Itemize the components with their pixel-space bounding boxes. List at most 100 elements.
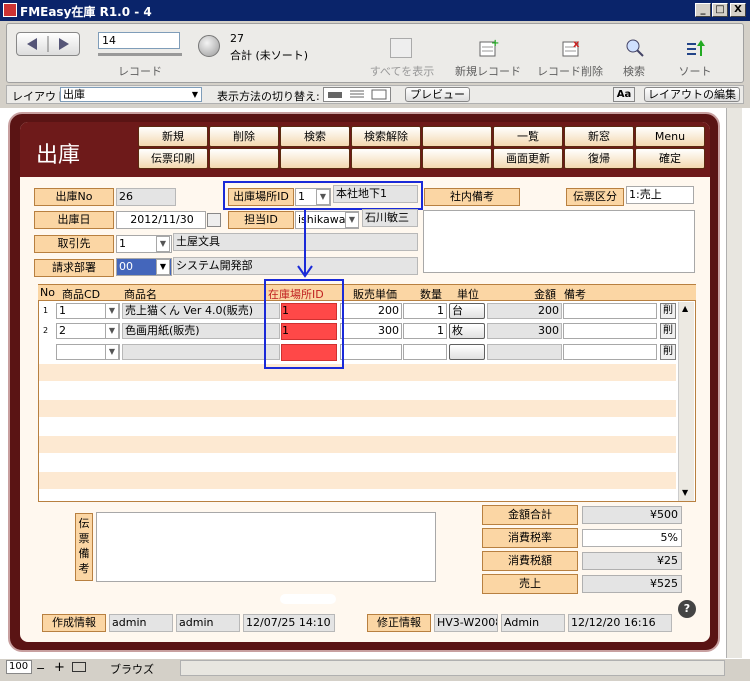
slip-note-label: 伝票備考 [75,513,93,581]
modified-at-field: 12/12/20 16:16 [568,614,672,632]
row-price-field[interactable] [340,344,402,360]
blank-button-1[interactable] [422,126,492,147]
search-button[interactable]: 検索 [612,63,656,79]
table-scrollbar[interactable]: ▲ ▼ [678,302,694,501]
layout-select[interactable]: 出庫 ▼ [60,87,202,102]
row-delete-button[interactable]: 削 [660,344,676,360]
dept-label: 請求部署 [34,259,114,277]
row-note-field[interactable] [563,344,657,360]
blank-button-2[interactable] [209,148,279,169]
chevron-down-icon[interactable]: ▼ [105,323,119,339]
page-title: 出庫 [36,143,81,168]
new-button[interactable]: 新規 [138,126,208,147]
shukko-no-field[interactable]: 26 [116,188,176,206]
find-button[interactable]: 検索 [280,126,350,147]
empty-row-stripe [39,436,676,453]
sales-label: 売上 [482,574,578,594]
vertical-scrollbar[interactable] [726,108,742,658]
zoom-in-icon[interactable]: + [54,660,65,675]
minimize-button[interactable]: _ [695,3,711,17]
row-qty-field[interactable]: 1 [403,323,447,339]
record-pie-icon [198,35,220,57]
row-delete-button[interactable]: 削 [660,323,676,339]
calendar-icon[interactable] [207,213,221,227]
blank-button-3[interactable] [280,148,350,169]
chevron-down-icon[interactable]: ▼ [156,259,170,275]
col-note: 備考 [564,288,586,301]
col-no: No [40,286,55,299]
slip-note-field[interactable] [96,512,436,582]
maximize-button[interactable]: □ [712,3,728,17]
row-name-field[interactable]: 色画用紙(販売) [122,323,280,339]
delete-button[interactable]: 削除 [209,126,279,147]
empty-row-stripe [39,400,676,417]
status-area-icon[interactable] [72,662,86,672]
new-record-button[interactable]: 新規レコード [448,63,528,79]
clear-find-button[interactable]: 検索解除 [351,126,421,147]
chevron-down-icon[interactable]: ▼ [156,236,170,252]
modified-label: 修正情報 [367,614,431,632]
slip-type-field[interactable]: 1:売上 [626,186,694,204]
sales-field: ¥525 [582,575,682,593]
zoom-out-icon[interactable]: − [36,662,45,675]
blank-button-5[interactable] [422,148,492,169]
close-button[interactable]: X [730,3,746,17]
row-name-field[interactable] [122,344,280,360]
row-unit-button[interactable]: 枚 [449,323,485,339]
tax-rate-label: 消費税率 [482,528,578,548]
row-note-field[interactable] [563,303,657,319]
total-label: 金額合計 [482,505,578,525]
show-all-button[interactable]: すべてを表示 [362,63,442,79]
new-window-button[interactable]: 新窓 [564,126,634,147]
row-qty-field[interactable] [403,344,447,360]
chevron-down-icon[interactable]: ▼ [682,488,688,497]
row-note-field[interactable] [563,323,657,339]
date-field[interactable]: 2012/11/30 [116,211,206,229]
commit-button[interactable]: 確定 [635,148,705,169]
chevron-down-icon[interactable]: ▼ [105,344,119,360]
chevron-down-icon: ▼ [191,90,198,99]
record-number-input[interactable]: 14 [98,32,180,49]
text-format-button[interactable]: Aa [613,87,635,102]
chevron-down-icon[interactable]: ▼ [345,212,359,228]
row-unit-button[interactable]: 台 [449,303,485,319]
record-slider[interactable] [98,53,182,56]
row-price-field[interactable]: 200 [340,303,402,319]
app-icon [3,3,17,17]
sort-button[interactable]: ソート [670,63,720,79]
total-field: ¥500 [582,506,682,524]
help-icon[interactable]: ? [678,600,696,618]
mode-label: ブラウズ [110,663,154,676]
highlight-location-box [223,181,423,210]
title-bar: FMEasy在庫 R1.0 - 4 _ □ X [0,0,750,21]
refresh-button[interactable]: 画面更新 [493,148,563,169]
row-qty-field[interactable]: 1 [403,303,447,319]
row-name-field[interactable]: 売上猫くん Ver 4.0(販売) [122,303,280,319]
blank-button-4[interactable] [351,148,421,169]
preview-button[interactable]: プレビュー [405,87,470,102]
delete-record-button[interactable]: レコード削除 [530,63,610,79]
menu-button[interactable]: Menu [635,126,705,147]
list-button[interactable]: 一覧 [493,126,563,147]
staff-name-field[interactable]: 石川敏三 [362,209,418,227]
modified-by-field: Admin [501,614,565,632]
print-slip-button[interactable]: 伝票印刷 [138,148,208,169]
view-switch-buttons[interactable] [323,87,391,102]
modified-host-field: HV3-W2008 [434,614,498,632]
show-all-icon [390,38,412,58]
window-title: FMEasy在庫 R1.0 - 4 [20,5,152,19]
row-price-field[interactable]: 300 [340,323,402,339]
row-delete-button[interactable]: 削 [660,303,676,319]
shukko-no-label: 出庫No [34,188,114,206]
tax-rate-field[interactable]: 5% [582,529,682,547]
chevron-up-icon[interactable]: ▲ [682,304,688,313]
zoom-field[interactable]: 100 [6,660,32,674]
chevron-down-icon[interactable]: ▼ [105,303,119,319]
record-navigator[interactable] [16,32,80,56]
internal-note-field[interactable] [423,210,695,273]
revert-button[interactable]: 復帰 [564,148,634,169]
row-unit-button[interactable] [449,344,485,360]
horizontal-scrollbar[interactable] [180,660,725,676]
highlight-location-column [264,279,344,369]
edit-layout-button[interactable]: レイアウトの編集 [644,87,740,102]
